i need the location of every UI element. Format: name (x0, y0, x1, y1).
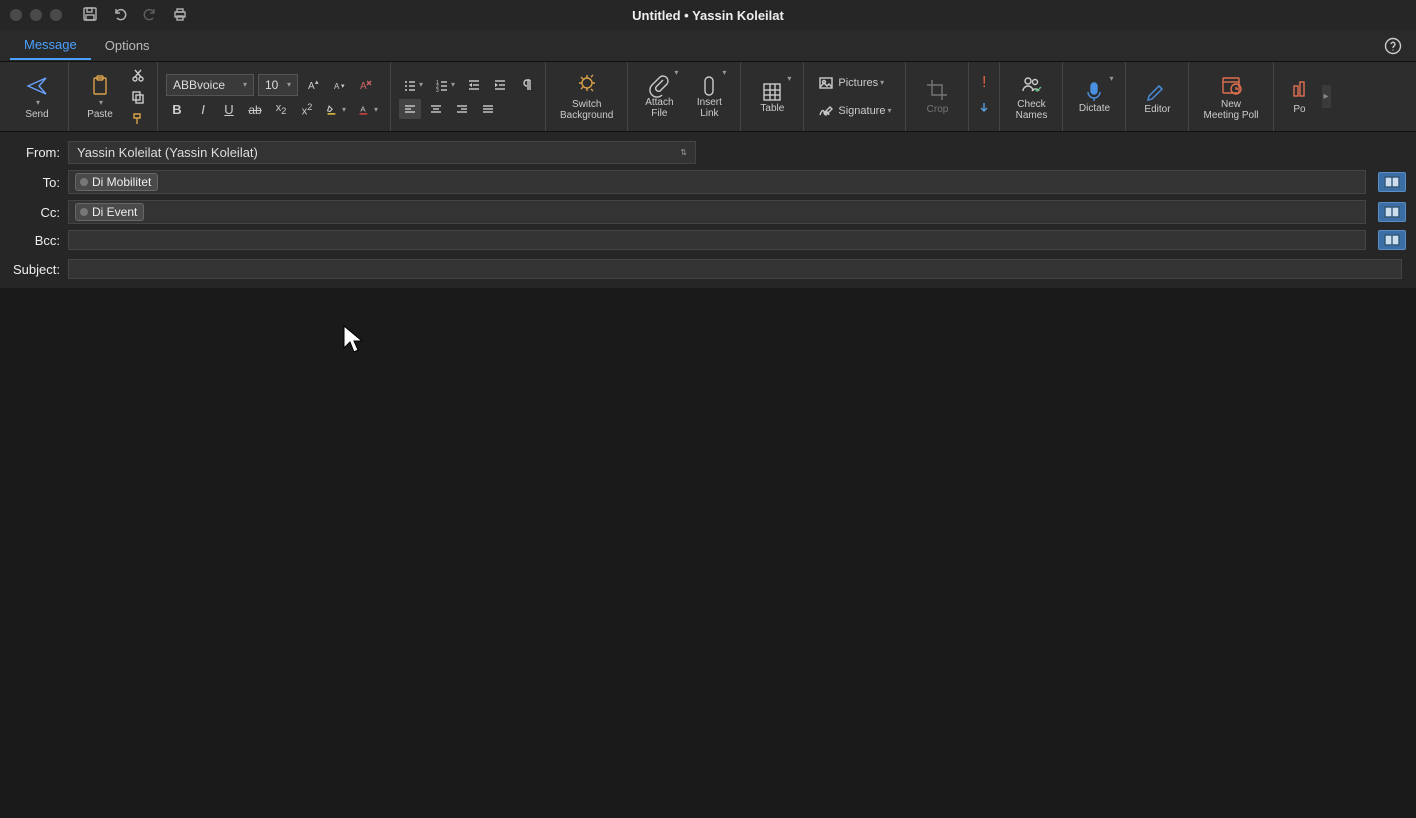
check-names-button[interactable]: CheckNames (1008, 69, 1054, 125)
tab-message[interactable]: Message (10, 31, 91, 60)
bcc-field[interactable] (68, 230, 1366, 250)
strikethrough-icon[interactable]: ab (244, 100, 266, 120)
clear-formatting-icon[interactable]: A (354, 75, 376, 95)
message-body[interactable] (0, 288, 1416, 818)
to-field[interactable]: Di Mobilitet (68, 170, 1366, 194)
dictate-button[interactable]: ▾ Dictate (1071, 76, 1117, 118)
editor-button[interactable]: Editor (1134, 74, 1180, 119)
svg-text:A: A (360, 81, 367, 92)
highlight-color-icon[interactable]: ▾ (322, 100, 350, 120)
ribbon: ▾ Send ▾ Paste ABBvoice▾ 10▾ A▴ A▾ A B (0, 62, 1416, 132)
font-size-select[interactable]: 10▾ (258, 74, 298, 96)
font-color-icon[interactable]: A▾ (354, 100, 382, 120)
to-address-book-button[interactable] (1378, 172, 1406, 192)
svg-text:A: A (360, 104, 366, 113)
subscript-icon[interactable]: x2 (270, 100, 292, 120)
copy-icon[interactable] (127, 87, 149, 107)
insert-link-label: InsertLink (697, 97, 722, 119)
svg-text:A: A (308, 81, 315, 92)
redo-icon[interactable] (142, 6, 158, 25)
undo-icon[interactable] (112, 6, 128, 25)
switch-background-button[interactable]: SwitchBackground (554, 69, 619, 125)
align-left-icon[interactable] (399, 99, 421, 119)
ribbon-expand-icon[interactable]: ▸ (1322, 85, 1331, 108)
justify-icon[interactable] (477, 99, 499, 119)
presence-dot-icon (80, 178, 88, 186)
table-button[interactable]: ▾ Table (749, 76, 795, 118)
to-contact-chip[interactable]: Di Mobilitet (75, 173, 158, 191)
cc-address-book-button[interactable] (1378, 202, 1406, 222)
window-title: Untitled • Yassin Koleilat (632, 8, 784, 23)
increase-indent-icon[interactable] (489, 75, 511, 95)
align-right-icon[interactable] (451, 99, 473, 119)
bcc-label: Bcc: (10, 233, 60, 248)
overflow-button[interactable]: Po (1282, 74, 1318, 119)
pictures-button[interactable]: Pictures▾ (812, 73, 897, 93)
presence-dot-icon (80, 208, 88, 216)
switch-background-label: SwitchBackground (560, 99, 613, 121)
low-importance-icon[interactable] (977, 100, 991, 121)
window-controls (10, 9, 62, 21)
attach-file-label: AttachFile (645, 97, 673, 119)
minimize-window-icon[interactable] (30, 9, 42, 21)
bold-icon[interactable]: B (166, 100, 188, 120)
print-icon[interactable] (172, 6, 188, 25)
high-importance-icon[interactable]: ! (977, 73, 991, 94)
font-name-select[interactable]: ABBvoice▾ (166, 74, 254, 96)
from-label: From: (10, 145, 60, 160)
new-meeting-poll-button[interactable]: NewMeeting Poll (1197, 69, 1264, 125)
svg-text:!: ! (982, 74, 986, 91)
save-icon[interactable] (82, 6, 98, 25)
quick-access-toolbar (82, 6, 188, 25)
titlebar: Untitled • Yassin Koleilat (0, 0, 1416, 30)
underline-icon[interactable]: U (218, 100, 240, 120)
chevron-updown-icon: ⇅ (680, 148, 687, 157)
bullets-icon[interactable]: ▾ (399, 75, 427, 95)
svg-text:3: 3 (436, 88, 439, 92)
subject-field[interactable] (68, 259, 1402, 279)
bcc-address-book-button[interactable] (1378, 230, 1406, 250)
crop-button[interactable]: Crop (914, 74, 960, 119)
numbering-icon[interactable]: 123▾ (431, 75, 459, 95)
meeting-poll-label: NewMeeting Poll (1203, 99, 1258, 121)
to-label: To: (10, 175, 60, 190)
insert-link-button[interactable]: ▾ InsertLink (686, 70, 732, 123)
increase-font-icon[interactable]: A▴ (302, 75, 324, 95)
align-center-icon[interactable] (425, 99, 447, 119)
attach-file-button[interactable]: ▾ AttachFile (636, 70, 682, 123)
italic-icon[interactable]: I (192, 100, 214, 120)
mouse-cursor-icon (342, 324, 366, 356)
ribbon-tabs: Message Options (0, 30, 1416, 62)
decrease-indent-icon[interactable] (463, 75, 485, 95)
cc-label: Cc: (10, 205, 60, 220)
tab-options[interactable]: Options (91, 32, 164, 59)
from-select[interactable]: Yassin Koleilat (Yassin Koleilat) ⇅ (68, 141, 696, 164)
signature-button[interactable]: Signature▾ (812, 101, 897, 121)
help-icon[interactable] (1384, 37, 1402, 58)
svg-text:▾: ▾ (341, 83, 345, 90)
paste-button[interactable]: ▾ Paste (77, 70, 123, 124)
subject-label: Subject: (10, 262, 60, 277)
send-button[interactable]: ▾ Send (14, 70, 60, 124)
cc-contact-chip[interactable]: Di Event (75, 203, 144, 221)
message-header-fields: From: Yassin Koleilat (Yassin Koleilat) … (0, 132, 1416, 288)
cut-icon[interactable] (127, 65, 149, 85)
svg-text:▴: ▴ (315, 79, 319, 86)
check-names-label: CheckNames (1016, 99, 1048, 121)
format-painter-icon[interactable] (127, 109, 149, 129)
cc-field[interactable]: Di Event (68, 200, 1366, 224)
close-window-icon[interactable] (10, 9, 22, 21)
zoom-window-icon[interactable] (50, 9, 62, 21)
decrease-font-icon[interactable]: A▾ (328, 75, 350, 95)
paragraph-marks-icon[interactable] (515, 75, 537, 95)
svg-text:A: A (334, 82, 340, 91)
superscript-icon[interactable]: x2 (296, 100, 318, 120)
